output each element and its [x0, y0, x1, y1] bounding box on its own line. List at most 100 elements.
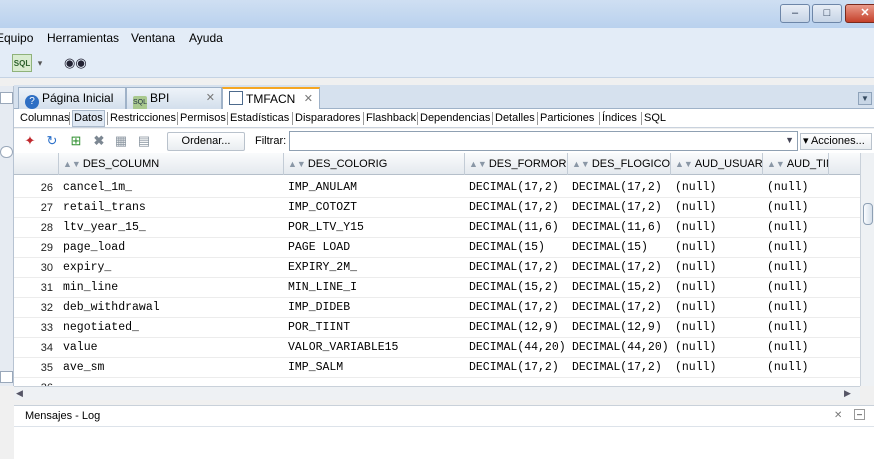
- table-cell[interactable]: (null): [765, 338, 829, 358]
- table-cell[interactable]: deb_withdrawal: [61, 298, 284, 318]
- horizontal-scrollbar[interactable]: ◀ ▶: [14, 386, 860, 400]
- column-header-aud-usuario[interactable]: ▲▼AUD_USUARIO: [671, 153, 763, 175]
- table-cell[interactable]: (null): [765, 178, 829, 198]
- subtab-datos[interactable]: Datos: [72, 110, 105, 127]
- panel-collapse-icon[interactable]: [0, 371, 13, 383]
- subtab-particiones[interactable]: Particiones: [540, 112, 594, 124]
- table-cell[interactable]: negotiated_: [61, 318, 284, 338]
- table-row[interactable]: 30 expiry_ EXPIRY_2M_ DECIMAL(17,2) DECI…: [14, 258, 860, 278]
- table-cell[interactable]: (null): [673, 358, 763, 378]
- sql-worksheet-icon[interactable]: SQL: [12, 54, 32, 72]
- table-cell[interactable]: DECIMAL(17,2): [467, 198, 568, 218]
- tab-tmfacn[interactable]: TMFACN ✕: [222, 87, 320, 109]
- column-header-des-colorig[interactable]: ▲▼ DES_COLORIG: [284, 153, 465, 175]
- table-cell[interactable]: DECIMAL(17,2): [467, 358, 568, 378]
- close-tab-icon[interactable]: ✕: [206, 88, 215, 108]
- sort-button[interactable]: Ordenar...: [167, 132, 245, 151]
- table-cell[interactable]: IMP_DIDEB: [286, 298, 465, 318]
- table-cell[interactable]: (null): [765, 298, 829, 318]
- subtab-restricciones[interactable]: Restricciones: [110, 112, 176, 124]
- table-cell[interactable]: IMP_COTOZT: [286, 198, 465, 218]
- commit-icon[interactable]: ▦: [113, 133, 129, 149]
- scroll-left-icon[interactable]: ◀: [16, 388, 23, 399]
- table-cell[interactable]: [286, 378, 465, 386]
- menu-equipo[interactable]: Equipo: [0, 31, 33, 45]
- pin-icon[interactable]: ✦: [22, 133, 38, 149]
- tab-list-dropdown[interactable]: ▼: [858, 92, 872, 105]
- table-cell[interactable]: (null): [673, 318, 763, 338]
- table-cell[interactable]: ave_sm: [61, 358, 284, 378]
- table-row[interactable]: 36: [14, 378, 860, 386]
- table-cell[interactable]: DECIMAL(17,2): [467, 178, 568, 198]
- table-cell[interactable]: DECIMAL(17,2): [570, 178, 671, 198]
- subtab-flashback[interactable]: Flashback: [366, 112, 416, 124]
- table-cell[interactable]: VALOR_VARIABLE15: [286, 338, 465, 358]
- table-cell[interactable]: (null): [673, 298, 763, 318]
- table-cell[interactable]: cancel_1m_: [61, 178, 284, 198]
- table-cell[interactable]: [61, 378, 284, 386]
- table-cell[interactable]: PAGE LOAD: [286, 238, 465, 258]
- delete-row-icon[interactable]: ✖: [91, 133, 107, 149]
- minimize-button[interactable]: –: [780, 4, 810, 23]
- table-cell[interactable]: (null): [765, 318, 829, 338]
- table-cell[interactable]: retail_trans: [61, 198, 284, 218]
- table-cell[interactable]: (null): [673, 258, 763, 278]
- table-cell[interactable]: DECIMAL(15,2): [570, 278, 671, 298]
- subtab-estadisticas[interactable]: Estadísticas: [230, 112, 289, 124]
- table-cell[interactable]: POR_TIINT: [286, 318, 465, 338]
- table-cell[interactable]: (null): [765, 258, 829, 278]
- table-cell[interactable]: DECIMAL(17,2): [570, 298, 671, 318]
- table-cell[interactable]: value: [61, 338, 284, 358]
- refresh-icon[interactable]: ↻: [44, 133, 60, 149]
- table-cell[interactable]: (null): [765, 278, 829, 298]
- table-cell[interactable]: (null): [765, 238, 829, 258]
- insert-row-icon[interactable]: ⊞: [68, 133, 84, 149]
- table-cell[interactable]: IMP_SALM: [286, 358, 465, 378]
- filter-input[interactable]: ▼: [289, 131, 798, 151]
- table-cell[interactable]: DECIMAL(17,2): [570, 258, 671, 278]
- tab-pagina-inicial[interactable]: ? Página Inicial: [18, 87, 126, 109]
- panel-restore-icon[interactable]: [0, 92, 13, 104]
- close-window-button[interactable]: ✕: [845, 4, 874, 23]
- table-cell[interactable]: [570, 378, 671, 386]
- table-cell[interactable]: DECIMAL(12,9): [570, 318, 671, 338]
- actions-button[interactable]: ▾ Acciones...: [800, 133, 872, 150]
- menu-ayuda[interactable]: Ayuda: [189, 31, 223, 45]
- table-cell[interactable]: (null): [673, 218, 763, 238]
- table-cell[interactable]: min_line: [61, 278, 284, 298]
- table-cell[interactable]: (null): [765, 218, 829, 238]
- table-cell[interactable]: page_load: [61, 238, 284, 258]
- binoculars-icon[interactable]: ◉◉: [64, 54, 87, 72]
- subtab-dependencias[interactable]: Dependencias: [420, 112, 490, 124]
- table-cell[interactable]: (null): [673, 238, 763, 258]
- table-cell[interactable]: DECIMAL(17,2): [570, 198, 671, 218]
- table-cell[interactable]: DECIMAL(17,2): [570, 358, 671, 378]
- table-row[interactable]: 35 ave_sm IMP_SALM DECIMAL(17,2) DECIMAL…: [14, 358, 860, 378]
- subtab-sql[interactable]: SQL: [644, 112, 666, 124]
- table-cell[interactable]: DECIMAL(12,9): [467, 318, 568, 338]
- table-cell[interactable]: (null): [673, 338, 763, 358]
- table-cell[interactable]: [765, 378, 829, 386]
- filter-dropdown-icon[interactable]: ▼: [785, 135, 794, 145]
- table-row[interactable]: 31 min_line MIN_LINE_I DECIMAL(15,2) DEC…: [14, 278, 860, 298]
- subtab-detalles[interactable]: Detalles: [495, 112, 535, 124]
- subtab-indices[interactable]: Índices: [602, 112, 637, 124]
- column-header-des-formorig[interactable]: ▲▼DES_FORMORIG: [465, 153, 568, 175]
- table-cell[interactable]: POR_LTV_Y15: [286, 218, 465, 238]
- column-header-des-column[interactable]: ▲▼ DES_COLUMN: [59, 153, 284, 175]
- close-icon[interactable]: ✕: [834, 410, 842, 421]
- maximize-button[interactable]: □: [812, 4, 842, 23]
- table-cell[interactable]: expiry_: [61, 258, 284, 278]
- tab-bpi[interactable]: SQL BPI ✕: [126, 87, 222, 110]
- table-cell[interactable]: [673, 378, 763, 386]
- rollback-icon[interactable]: ▤: [136, 133, 152, 149]
- table-cell[interactable]: MIN_LINE_I: [286, 278, 465, 298]
- table-cell[interactable]: ltv_year_15_: [61, 218, 284, 238]
- subtab-permisos[interactable]: Permisos: [180, 112, 226, 124]
- table-cell[interactable]: DECIMAL(17,2): [467, 298, 568, 318]
- table-cell[interactable]: (null): [673, 178, 763, 198]
- table-row[interactable]: 32 deb_withdrawal IMP_DIDEB DECIMAL(17,2…: [14, 298, 860, 318]
- table-cell[interactable]: (null): [673, 278, 763, 298]
- table-row[interactable]: 29 page_load PAGE LOAD DECIMAL(15) DECIM…: [14, 238, 860, 258]
- table-row[interactable]: 28 ltv_year_15_ POR_LTV_Y15 DECIMAL(11,6…: [14, 218, 860, 238]
